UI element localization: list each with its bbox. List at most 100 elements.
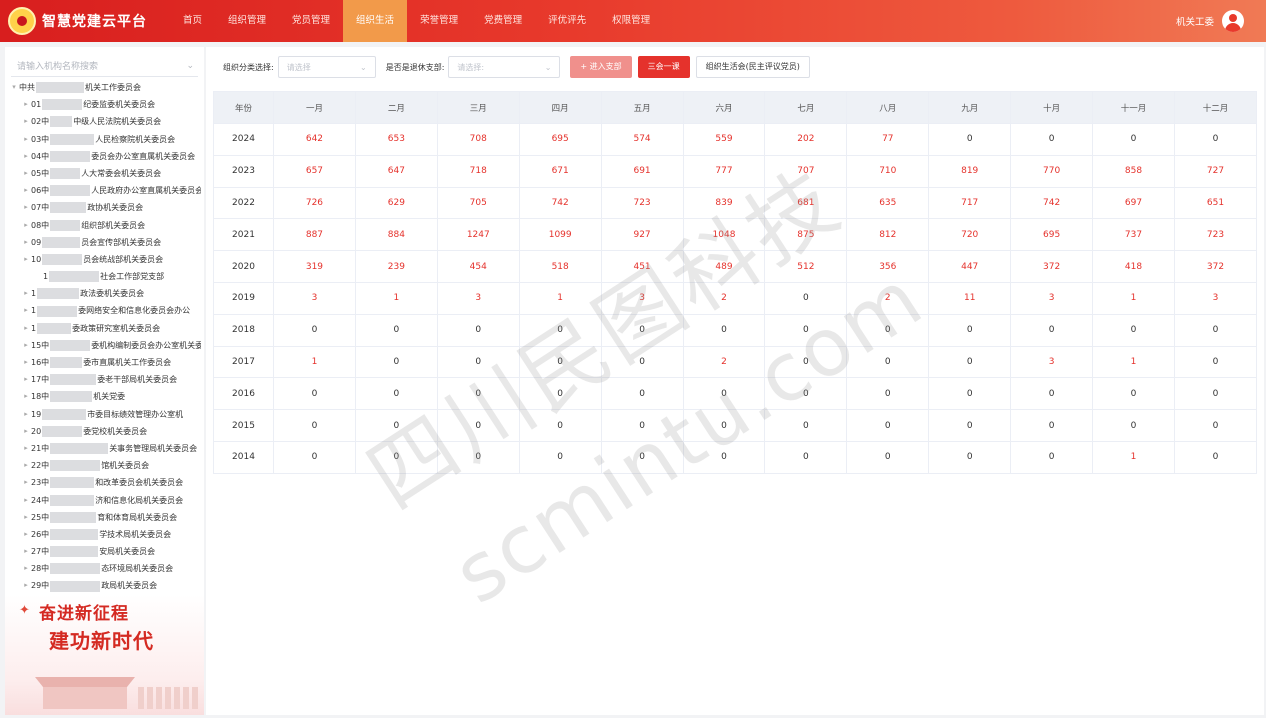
tree-item[interactable]: ▸ 04中 委员会办公室直属机关委员会	[9, 148, 201, 165]
nav-item-0[interactable]: 首页	[170, 0, 215, 42]
tree-item[interactable]: ▸ 28中 态环境局机关委员会	[9, 560, 201, 577]
tree-item[interactable]: ▸ 1 委政策研究室机关委员会	[9, 320, 201, 337]
month-count-cell[interactable]: 742	[1010, 186, 1094, 220]
enter-branch-button[interactable]: + 进入支部	[570, 56, 632, 78]
tree-item[interactable]: ▸ 1 委网络安全和信息化委员会办公	[9, 302, 201, 319]
month-count-cell[interactable]: 518	[518, 250, 602, 283]
month-count-cell[interactable]: 723	[1173, 218, 1258, 252]
month-count-cell[interactable]: 884	[354, 218, 438, 252]
tree-item[interactable]: ▸ 25中 育和体育局机关委员会	[9, 509, 201, 526]
month-count-cell[interactable]: 3	[436, 281, 520, 315]
nav-item-4[interactable]: 荣誉管理	[407, 0, 471, 42]
month-count-cell[interactable]: 718	[436, 154, 520, 188]
month-count-cell[interactable]: 1	[273, 345, 356, 379]
retired-branch-select[interactable]: 请选择: ⌄	[448, 56, 561, 78]
org-life-meeting-button[interactable]: 组织生活会(民主评议党员)	[695, 56, 810, 78]
month-count-cell[interactable]: 1247	[436, 218, 520, 252]
month-count-cell[interactable]: 723	[600, 186, 684, 220]
three-meetings-one-lesson-button[interactable]: 三会一课	[637, 56, 690, 78]
nav-item-2[interactable]: 党员管理	[279, 0, 343, 42]
tree-item[interactable]: ▸ 21中 关事务管理局机关委员会	[9, 440, 201, 457]
month-count-cell[interactable]: 695	[518, 123, 602, 156]
month-count-cell[interactable]: 512	[764, 250, 848, 283]
tree-item[interactable]: ▸ 22中 馆机关委员会	[9, 457, 201, 474]
caret-right-icon[interactable]: ▸	[21, 234, 31, 251]
month-count-cell[interactable]: 671	[518, 154, 602, 188]
month-count-cell[interactable]: 1	[354, 281, 438, 315]
nav-item-6[interactable]: 评优评先	[535, 0, 599, 42]
tree-item[interactable]: ▸ 19 市委目标绩效管理办公室机	[9, 406, 201, 423]
month-count-cell[interactable]: 77	[846, 123, 930, 156]
tree-item[interactable]: ▸ 24中 济和信息化局机关委员会	[9, 492, 201, 509]
month-count-cell[interactable]: 727	[1173, 154, 1258, 188]
month-count-cell[interactable]: 742	[518, 186, 602, 220]
chevron-down-icon[interactable]: ⌄	[186, 61, 194, 71]
month-count-cell[interactable]: 927	[600, 218, 684, 252]
nav-item-3[interactable]: 组织生活	[343, 0, 408, 42]
month-count-cell[interactable]: 2	[682, 281, 766, 315]
caret-right-icon[interactable]: ▸	[21, 165, 31, 182]
month-count-cell[interactable]: 777	[682, 154, 766, 188]
org-search-input[interactable]: 请输入机构名称搜索 ⌄	[11, 55, 198, 77]
month-count-cell[interactable]: 1	[1092, 345, 1175, 379]
month-count-cell[interactable]: 356	[846, 250, 930, 283]
tree-item[interactable]: ▸ 10 员会统战部机关委员会	[9, 251, 201, 268]
caret-right-icon[interactable]: ▸	[21, 509, 31, 526]
caret-right-icon[interactable]: ▸	[21, 96, 31, 113]
month-count-cell[interactable]: 697	[1092, 186, 1175, 220]
month-count-cell[interactable]: 629	[354, 186, 438, 220]
caret-right-icon[interactable]: ▸	[21, 199, 31, 216]
user-name[interactable]: 机关工委	[1176, 14, 1214, 28]
nav-item-7[interactable]: 权限管理	[599, 0, 663, 42]
month-count-cell[interactable]: 653	[354, 123, 438, 156]
month-count-cell[interactable]: 239	[354, 250, 438, 283]
caret-right-icon[interactable]: ▸	[21, 337, 31, 354]
month-count-cell[interactable]: 3	[1010, 281, 1094, 315]
caret-right-icon[interactable]: ▸	[21, 285, 31, 302]
month-count-cell[interactable]: 1	[518, 281, 602, 315]
tree-item[interactable]: ▸ 17中 委老干部局机关委员会	[9, 371, 201, 388]
month-count-cell[interactable]: 635	[846, 186, 930, 220]
month-count-cell[interactable]: 574	[600, 123, 684, 156]
caret-right-icon[interactable]: ▸	[21, 302, 31, 319]
month-count-cell[interactable]: 447	[928, 250, 1012, 283]
nav-item-5[interactable]: 党费管理	[471, 0, 535, 42]
tree-item[interactable]: ▸ 02中 中级人民法院机关委员会	[9, 113, 201, 130]
caret-right-icon[interactable]: ▸	[21, 217, 31, 234]
month-count-cell[interactable]: 372	[1010, 250, 1094, 283]
month-count-cell[interactable]: 691	[600, 154, 684, 188]
month-count-cell[interactable]: 710	[846, 154, 930, 188]
month-count-cell[interactable]: 812	[846, 218, 930, 252]
tree-item[interactable]: ▾ 中共 机关工作委员会	[9, 79, 201, 96]
user-menu[interactable]: 机关工委	[1176, 10, 1266, 32]
month-count-cell[interactable]: 695	[1010, 218, 1094, 252]
user-avatar-icon[interactable]	[1222, 10, 1244, 32]
month-count-cell[interactable]: 3	[273, 281, 356, 315]
month-count-cell[interactable]: 717	[928, 186, 1012, 220]
tree-item[interactable]: ▸ 23中 和改革委员会机关委员会	[9, 474, 201, 491]
month-count-cell[interactable]: 705	[436, 186, 520, 220]
caret-right-icon[interactable]: ▸	[21, 320, 31, 337]
tree-item[interactable]: ▸ 27中 安局机关委员会	[9, 543, 201, 560]
caret-right-icon[interactable]: ▸	[21, 457, 31, 474]
month-count-cell[interactable]: 720	[928, 218, 1012, 252]
caret-right-icon[interactable]: ▸	[21, 371, 31, 388]
tree-item[interactable]: ▸ 08中 组织部机关委员会	[9, 217, 201, 234]
month-count-cell[interactable]: 319	[273, 250, 356, 283]
caret-right-icon[interactable]: ▸	[21, 354, 31, 371]
month-count-cell[interactable]: 647	[354, 154, 438, 188]
tree-item[interactable]: ▸ 26中 学技术局机关委员会	[9, 526, 201, 543]
month-count-cell[interactable]: 770	[1010, 154, 1094, 188]
month-count-cell[interactable]: 451	[600, 250, 684, 283]
tree-item[interactable]: 1 社会工作部党支部	[9, 268, 201, 285]
caret-right-icon[interactable]: ▸	[21, 131, 31, 148]
tree-item[interactable]: ▸ 16中 委市直属机关工作委员会	[9, 354, 201, 371]
month-count-cell[interactable]: 819	[928, 154, 1012, 188]
tree-item[interactable]: ▸ 03中 人民检察院机关委员会	[9, 131, 201, 148]
category-select[interactable]: 请选择 ⌄	[277, 56, 376, 78]
caret-right-icon[interactable]: ▸	[21, 440, 31, 457]
month-count-cell[interactable]: 726	[273, 186, 356, 220]
month-count-cell[interactable]: 1048	[682, 218, 766, 252]
tree-item[interactable]: ▸ 1 政法委机关委员会	[9, 285, 201, 302]
caret-right-icon[interactable]: ▸	[21, 423, 31, 440]
